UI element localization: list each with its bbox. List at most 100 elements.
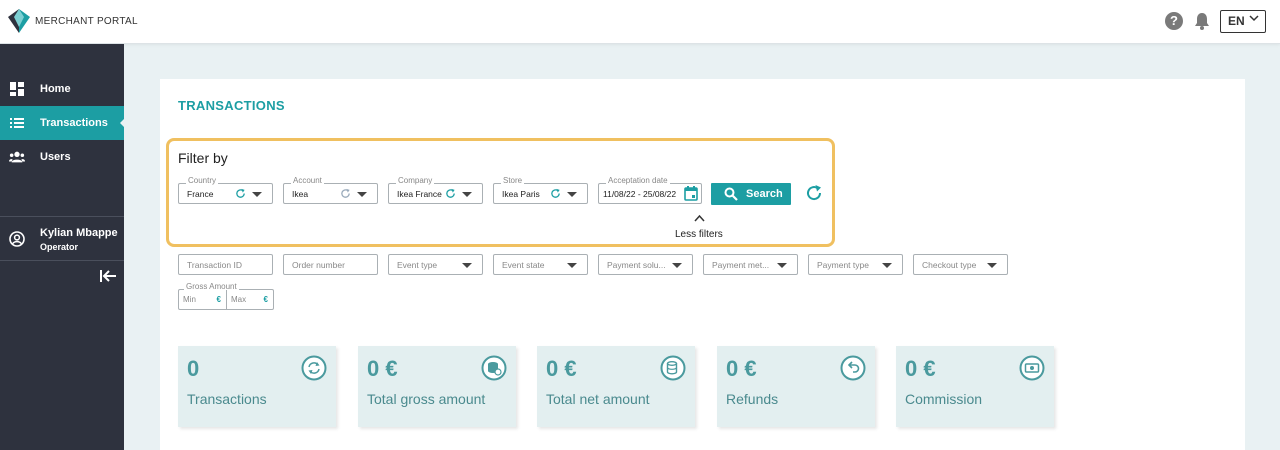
event-type-placeholder: Event type — [397, 260, 438, 270]
stat-tile-refunds: 0 € Refunds — [717, 346, 875, 427]
sidebar-item-label: Transactions — [40, 117, 108, 129]
list-icon — [10, 118, 24, 128]
currency-symbol: € — [216, 295, 221, 304]
gross-amount-min-input[interactable]: Min € — [179, 290, 227, 309]
store-select[interactable]: Store Ikea Paris — [493, 176, 588, 204]
event-state-placeholder: Event state — [502, 260, 545, 270]
account-select[interactable]: Account Ikea — [283, 176, 378, 204]
user-profile[interactable]: Kylian Mbappe Operator — [0, 217, 124, 261]
min-placeholder: Min — [183, 295, 196, 304]
brand-logo — [8, 9, 30, 33]
brand-name: MERCHANT PORTAL — [35, 16, 138, 27]
stat-value: 0 € — [367, 356, 398, 381]
top-header: MERCHANT PORTAL ? EN — [0, 0, 1280, 44]
stat-tile-commission: 0 € Commission — [896, 346, 1054, 427]
event-state-select[interactable]: Event state — [493, 254, 588, 275]
calendar-icon[interactable] — [684, 186, 698, 201]
chevron-down-icon — [1249, 15, 1259, 22]
checkout-type-select[interactable]: Checkout type — [913, 254, 1008, 275]
stat-value: 0 € — [546, 356, 577, 381]
account-legend: Account — [291, 176, 324, 185]
payment-type-placeholder: Payment type — [817, 260, 869, 270]
payment-type-select[interactable]: Payment type — [808, 254, 903, 275]
sync-icon — [301, 355, 327, 381]
filter-title: Filter by — [178, 150, 228, 166]
dropdown-arrow-icon — [567, 263, 577, 268]
dropdown-arrow-icon — [462, 263, 472, 268]
users-icon — [9, 151, 25, 163]
order-number-input[interactable]: Order number — [283, 254, 378, 275]
collapse-sidebar-icon[interactable] — [99, 269, 117, 283]
acceptation-date-picker[interactable]: Acceptation date 11/08/22 - 25/08/22 — [598, 176, 702, 204]
sidebar-item-users[interactable]: Users — [0, 140, 124, 174]
dropdown-arrow-icon — [987, 263, 997, 268]
chevron-up-icon[interactable] — [694, 214, 705, 222]
country-value: France — [187, 189, 214, 199]
transaction-id-placeholder: Transaction ID — [187, 260, 242, 270]
dropdown-arrow-icon — [567, 192, 577, 197]
order-number-placeholder: Order number — [292, 260, 345, 270]
coins-icon — [481, 355, 507, 381]
reset-icon[interactable] — [235, 188, 246, 199]
dropdown-arrow-icon — [357, 192, 367, 197]
company-value: Ikea France — [397, 189, 442, 199]
sidebar-divider — [0, 260, 124, 261]
dropdown-arrow-icon — [777, 263, 787, 268]
payment-solution-placeholder: Payment solu... — [607, 260, 666, 270]
stat-label: Commission — [905, 391, 983, 407]
store-value: Ikea Paris — [502, 189, 540, 199]
store-legend: Store — [501, 176, 525, 185]
stat-tile-total-net: 0 € Total net amount — [537, 346, 695, 427]
company-legend: Company — [396, 176, 435, 185]
help-icon[interactable]: ? — [1165, 12, 1183, 30]
checkout-type-placeholder: Checkout type — [922, 260, 977, 270]
reset-icon[interactable] — [340, 188, 351, 199]
transaction-id-input[interactable]: Transaction ID — [178, 254, 273, 275]
payment-method-select[interactable]: Payment met... — [703, 254, 798, 275]
refresh-icon[interactable] — [805, 184, 823, 202]
search-button-label: Search — [746, 188, 783, 200]
date-value: 11/08/22 - 25/08/22 — [603, 189, 677, 199]
banknote-icon — [1019, 355, 1045, 381]
event-type-select[interactable]: Event type — [388, 254, 483, 275]
page-title: TRANSACTIONS — [178, 98, 285, 113]
reset-icon[interactable] — [550, 188, 561, 199]
stat-label: Total gross amount — [367, 391, 486, 407]
user-name: Kylian Mbappe — [40, 227, 118, 239]
sidebar-item-home[interactable]: Home — [0, 72, 124, 106]
sidebar-item-label: Home — [40, 83, 71, 95]
gross-amount-max-input[interactable]: Max € — [226, 290, 274, 309]
language-selector[interactable]: EN — [1220, 10, 1266, 33]
company-select[interactable]: Company Ikea France — [388, 176, 483, 204]
currency-symbol: € — [263, 295, 268, 304]
bell-icon[interactable] — [1194, 12, 1210, 30]
stat-value: 0 — [187, 356, 200, 381]
database-icon — [660, 355, 686, 381]
language-label: EN — [1228, 14, 1245, 28]
stat-tile-transactions: 0 Transactions — [178, 346, 336, 427]
gross-amount-range: Gross Amount Min € Max € — [178, 282, 274, 310]
sidebar-item-transactions[interactable]: Transactions — [0, 106, 125, 140]
search-button[interactable]: Search — [711, 183, 791, 205]
max-placeholder: Max — [231, 295, 247, 304]
dropdown-arrow-icon — [462, 192, 472, 197]
search-icon — [724, 187, 738, 201]
payment-solution-select[interactable]: Payment solu... — [598, 254, 693, 275]
reset-icon[interactable] — [445, 188, 456, 199]
country-select[interactable]: Country France — [178, 176, 273, 204]
payment-method-placeholder: Payment met... — [712, 260, 770, 270]
stat-value: 0 € — [726, 356, 757, 381]
undo-arrow-icon — [840, 355, 866, 381]
sidebar-item-label: Users — [40, 151, 71, 163]
stat-tile-total-gross: 0 € Total gross amount — [358, 346, 516, 427]
dropdown-arrow-icon — [882, 263, 892, 268]
account-circle-icon — [9, 231, 25, 247]
stat-label: Total net amount — [546, 391, 650, 407]
stat-label: Refunds — [726, 391, 779, 407]
stat-label: Transactions — [187, 391, 267, 407]
stat-value: 0 € — [905, 356, 936, 381]
less-filters-toggle[interactable]: Less filters — [675, 229, 723, 240]
account-value: Ikea — [292, 189, 309, 199]
dropdown-arrow-icon — [672, 263, 682, 268]
dropdown-arrow-icon — [252, 192, 262, 197]
